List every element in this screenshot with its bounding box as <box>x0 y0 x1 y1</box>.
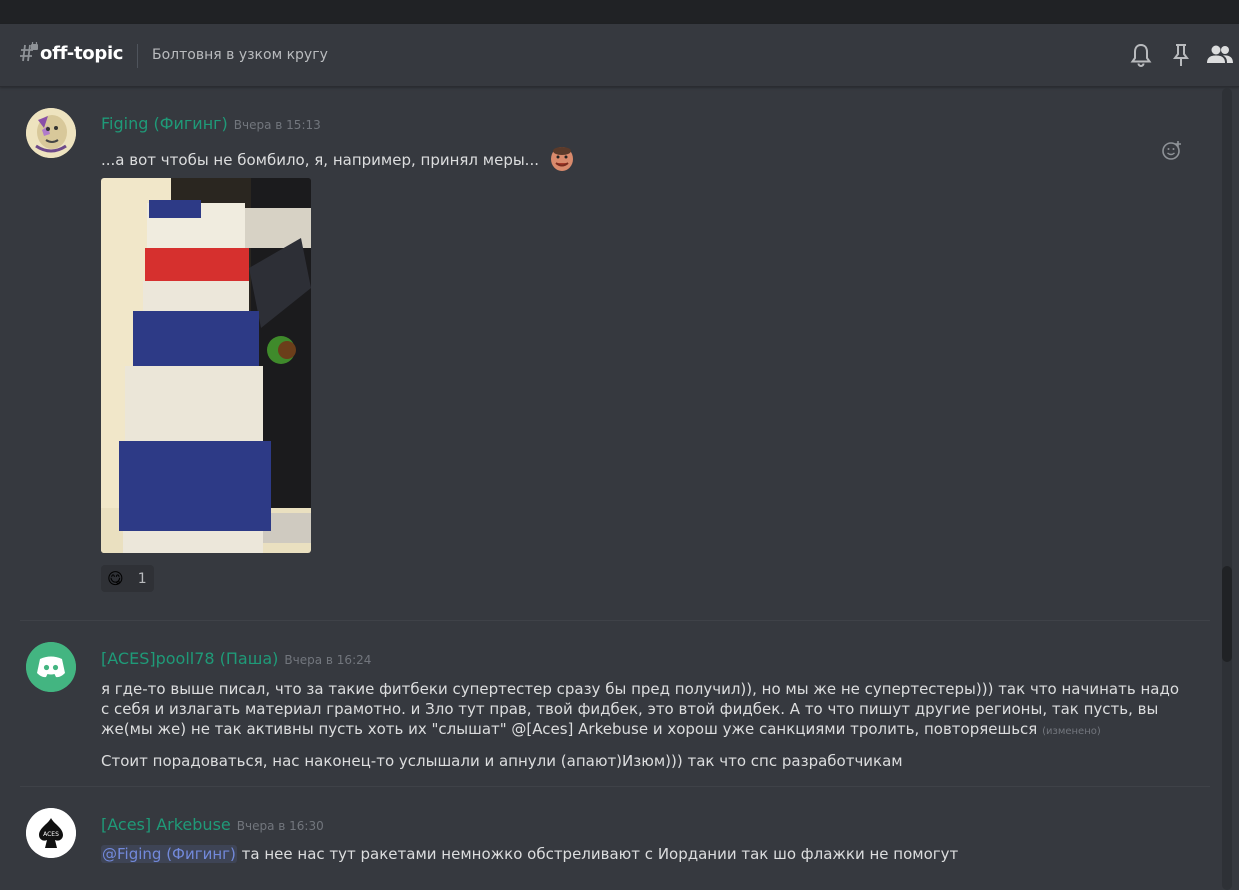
message-list[interactable]: Figing (Фигинг) Вчера в 15:13 ...а вот чт… <box>0 88 1220 890</box>
yum-emoji-icon: 😋 <box>107 569 124 588</box>
message-divider <box>20 620 1210 621</box>
scrollbar-track[interactable] <box>1222 88 1232 890</box>
pin-icon[interactable] <box>1168 42 1194 68</box>
window-top-bar <box>0 0 1239 24</box>
flag-photo <box>101 178 311 553</box>
reaction-chip[interactable]: 😋 1 <box>101 565 154 592</box>
face-emoji-icon <box>548 144 576 177</box>
message-timestamp: Вчера в 16:30 <box>236 819 324 833</box>
user-mention[interactable]: @Figing (Фигинг) <box>101 845 237 863</box>
reaction-count: 1 <box>137 570 147 587</box>
bell-icon[interactable] <box>1128 42 1154 68</box>
message-text: @Figing (Фигинг) та нее нас тут ракетами… <box>101 844 1191 864</box>
avatar[interactable] <box>26 108 76 158</box>
message-content: ...а вот чтобы не бомбило, я, например, … <box>101 151 539 169</box>
author-name[interactable]: [ACES]pooll78 (Паша) <box>101 649 278 668</box>
message-author[interactable]: [Aces] Arkebuse Вчера в 16:30 <box>101 815 324 834</box>
channel-name: off-topic <box>40 43 124 64</box>
message-content: та нее нас тут ракетами немножко обстрел… <box>241 845 959 863</box>
message-text: ...а вот чтобы не бомбило, я, например, … <box>101 144 1191 177</box>
edited-label: (изменено) <box>1042 726 1101 737</box>
avatar-figing-image <box>26 108 76 158</box>
avatar[interactable] <box>26 642 76 692</box>
message-content: я где-то выше писал, что за такие фитбек… <box>101 680 1180 738</box>
message-text: я где-то выше писал, что за такие фитбек… <box>101 679 1191 742</box>
message-divider <box>20 786 1210 787</box>
text-channel-locked-icon <box>20 42 38 62</box>
channel-topic[interactable]: Болтовня в узком кругу <box>152 47 328 63</box>
author-name[interactable]: [Aces] Arkebuse <box>101 815 231 834</box>
discord-logo-icon <box>26 642 76 692</box>
message-author[interactable]: Figing (Фигинг) Вчера в 15:13 <box>101 114 321 133</box>
scrollbar-thumb[interactable] <box>1222 566 1232 662</box>
header-divider <box>137 44 138 68</box>
message-content: Стоит порадоваться, нас наконец-то услыш… <box>101 752 903 770</box>
message-text: Стоит порадоваться, нас наконец-то услыш… <box>101 751 1191 771</box>
image-attachment[interactable] <box>101 178 311 553</box>
svg-text:ACES: ACES <box>43 831 59 838</box>
author-name[interactable]: Figing (Фигинг) <box>101 114 228 133</box>
message-timestamp: Вчера в 16:24 <box>284 653 372 667</box>
aces-logo-icon: ACES <box>26 808 76 858</box>
members-icon[interactable] <box>1205 42 1235 68</box>
avatar[interactable]: ACES <box>26 808 76 858</box>
message-timestamp: Вчера в 15:13 <box>233 118 321 132</box>
add-reaction-icon[interactable] <box>1161 139 1183 161</box>
message-author[interactable]: [ACES]pooll78 (Паша) Вчера в 16:24 <box>101 649 371 668</box>
channel-header: off-topic Болтовня в узком кругу <box>0 24 1239 87</box>
